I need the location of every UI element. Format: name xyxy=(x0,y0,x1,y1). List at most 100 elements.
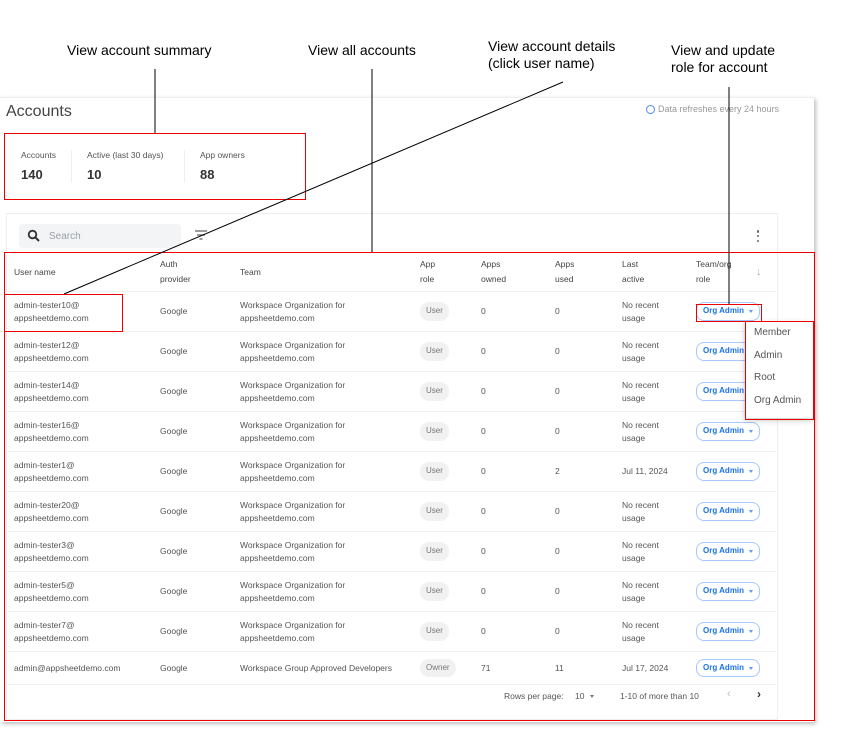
team: Workspace Organization for appsheetdemo.c… xyxy=(240,291,420,332)
role-option-org-admin[interactable]: Org Admin xyxy=(745,390,813,413)
apps-used: 2 xyxy=(555,451,622,492)
role-select[interactable]: Org Admin xyxy=(696,542,761,561)
user-name-link[interactable]: admin-tester7@ appsheetdemo.com xyxy=(6,611,160,652)
user-name-link[interactable]: admin-tester10@ appsheetdemo.com xyxy=(6,291,160,332)
app-role-badge: User xyxy=(420,422,449,441)
role-option-root[interactable]: Root xyxy=(745,367,813,390)
last-active: No recent usage xyxy=(622,571,696,612)
last-active-line: No recent xyxy=(622,380,659,390)
apps-used: 0 xyxy=(555,331,622,372)
app-role-badge: User xyxy=(420,542,449,561)
role-select-value: Org Admin xyxy=(703,662,745,672)
stat-value: 10 xyxy=(86,167,102,182)
table-row: admin-tester12@ appsheetdemo.com Google W… xyxy=(6,331,776,372)
team: Workspace Organization for appsheetdemo.c… xyxy=(240,411,420,452)
apps-used: 0 xyxy=(555,571,622,612)
user-name-line: appsheetdemo.com xyxy=(14,552,89,563)
header-team[interactable]: Team xyxy=(240,253,420,292)
more-options-icon[interactable] xyxy=(756,230,760,242)
account-summary: Accounts 140 Active (last 30 days) 10 Ap… xyxy=(6,134,304,198)
arrow-down-icon[interactable]: ↓ xyxy=(756,266,762,278)
role-select[interactable]: Org Admin xyxy=(696,462,761,481)
role-select[interactable]: Org Admin xyxy=(696,658,761,678)
search-placeholder: Search xyxy=(49,230,81,242)
user-name-line: admin-tester3@ xyxy=(14,540,75,550)
table-row: admin@appsheetdemo.com Google Workspace … xyxy=(6,651,776,685)
last-active-line: No recent xyxy=(622,620,659,630)
auth-provider: Google xyxy=(160,531,240,572)
search-input[interactable]: Search xyxy=(19,224,181,248)
header-last-active[interactable]: Last active xyxy=(622,253,696,292)
header-user-name[interactable]: User name xyxy=(6,253,160,292)
user-name-link[interactable]: admin-tester3@ appsheetdemo.com xyxy=(6,531,160,572)
user-name-line: admin-tester5@ xyxy=(14,580,75,590)
next-page-icon[interactable]: › xyxy=(757,687,761,701)
team-org-role: Org Admin xyxy=(696,651,776,685)
role-select[interactable]: Org Admin xyxy=(696,422,761,441)
header-text: role xyxy=(420,274,435,284)
stat-label: App owners xyxy=(199,150,245,160)
user-name-link[interactable]: admin-tester1@ appsheetdemo.com xyxy=(6,451,160,492)
header-team-org-role[interactable]: Team/org role xyxy=(696,253,756,292)
app-role-badge: User xyxy=(420,342,449,361)
apps-owned: 0 xyxy=(481,331,555,372)
table-row: admin-tester14@ appsheetdemo.com Google W… xyxy=(6,371,776,412)
user-name-line: appsheetdemo.com xyxy=(14,432,89,443)
user-name-link[interactable]: admin-tester20@ appsheetdemo.com xyxy=(6,491,160,532)
refresh-note: Data refreshes every 24 hours xyxy=(646,104,779,114)
app-role-badge: Owner xyxy=(420,658,456,678)
last-active-line: Jul 11, 2024 xyxy=(622,466,668,477)
role-select-value: Org Admin xyxy=(703,626,745,636)
role-select[interactable]: Org Admin xyxy=(696,302,761,321)
user-name-line: admin-tester10@ xyxy=(14,300,80,310)
team: Workspace Organization for appsheetdemo.c… xyxy=(240,331,420,372)
last-active: Jul 17, 2024 xyxy=(622,651,696,685)
stat-label: Active (last 30 days) xyxy=(86,150,164,160)
table-row: admin-tester5@ appsheetdemo.com Google Wo… xyxy=(6,571,776,612)
apps-owned: 0 xyxy=(481,451,555,492)
user-name-line: appsheetdemo.com xyxy=(14,512,89,523)
team: Workspace Group Approved Developers xyxy=(240,651,420,685)
accounts-table: User name Auth provider Team App role Apps… xyxy=(6,253,776,685)
team: Workspace Organization for appsheetdemo.c… xyxy=(240,371,420,412)
header-auth-provider[interactable]: Auth provider xyxy=(160,253,240,292)
stat-label: Accounts xyxy=(21,150,56,160)
last-active-line: No recent xyxy=(622,420,659,430)
user-name-link[interactable]: admin@appsheetdemo.com xyxy=(6,651,160,685)
team: Workspace Organization for appsheetdemo.c… xyxy=(240,531,420,572)
apps-used: 0 xyxy=(555,411,622,452)
user-name-link[interactable]: admin-tester16@ appsheetdemo.com xyxy=(6,411,160,452)
team-org-role: Org Admin xyxy=(696,571,776,612)
team-line: Workspace Organization for xyxy=(240,460,346,470)
role-select[interactable]: Org Admin xyxy=(696,582,761,601)
team-org-role: Org Admin xyxy=(696,531,776,572)
stat-active: Active (last 30 days) 10 xyxy=(72,150,185,182)
user-name-link[interactable]: admin-tester5@ appsheetdemo.com xyxy=(6,571,160,612)
apps-owned: 0 xyxy=(481,611,555,652)
stat-accounts: Accounts 140 xyxy=(6,150,72,182)
user-name-link[interactable]: admin-tester12@ appsheetdemo.com xyxy=(6,331,160,372)
role-select[interactable]: Org Admin xyxy=(696,502,761,521)
apps-used: 11 xyxy=(555,651,622,685)
search-icon xyxy=(27,229,40,242)
filter-icon[interactable] xyxy=(195,230,207,240)
app-role: User xyxy=(420,291,481,332)
user-name-link[interactable]: admin-tester14@ appsheetdemo.com xyxy=(6,371,160,412)
role-select-value: Org Admin xyxy=(703,506,745,516)
header-apps-used[interactable]: Apps used xyxy=(555,253,622,292)
header-app-role[interactable]: App role xyxy=(420,253,481,292)
role-option-admin[interactable]: Admin xyxy=(745,345,813,368)
apps-used: 0 xyxy=(555,531,622,572)
apps-owned: 0 xyxy=(481,491,555,532)
header-apps-owned[interactable]: Apps owned xyxy=(481,253,555,292)
rows-per-page-select[interactable]: 10 xyxy=(575,691,595,701)
role-select[interactable]: Org Admin xyxy=(696,622,761,641)
sort-column[interactable]: ↓ xyxy=(756,253,776,292)
table-row: admin-tester20@ appsheetdemo.com Google W… xyxy=(6,491,776,532)
role-select-value: Org Admin xyxy=(703,586,745,596)
prev-page-icon[interactable]: ‹ xyxy=(727,688,731,700)
auth-provider: Google xyxy=(160,451,240,492)
role-option-member[interactable]: Member xyxy=(745,322,813,345)
app-role-badge: User xyxy=(420,382,449,401)
header-text: Apps xyxy=(555,259,575,269)
